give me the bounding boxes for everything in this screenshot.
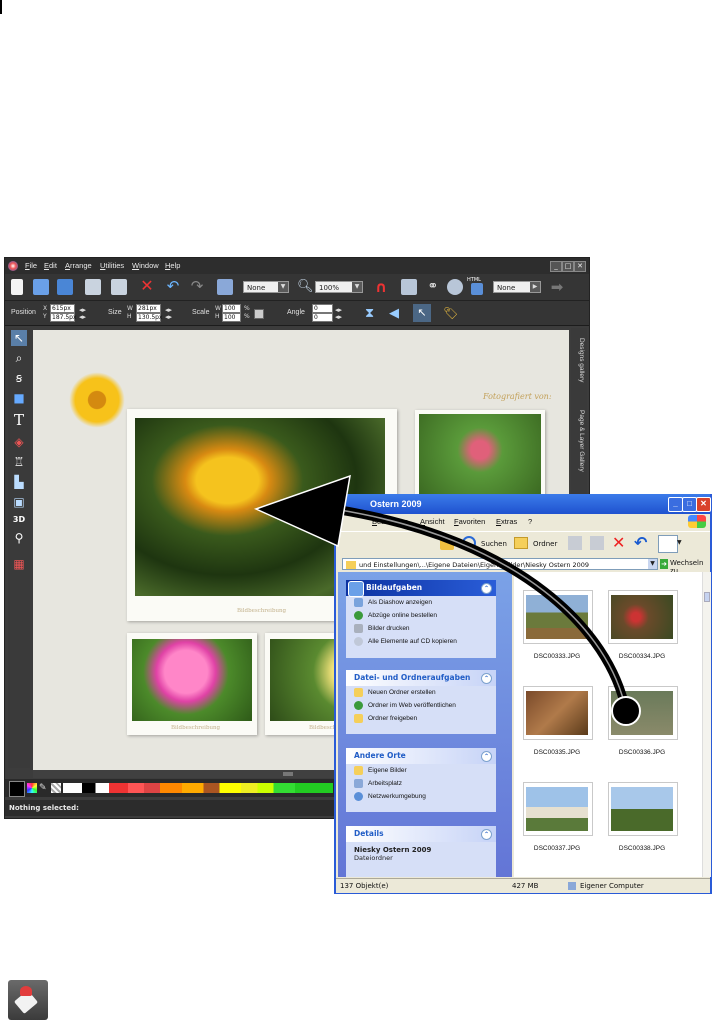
drag-arrow	[253, 474, 641, 726]
paint-drop-shape	[20, 986, 32, 996]
drag-arrow-highlight	[339, 509, 627, 712]
drag-arrow-head	[253, 474, 351, 548]
drag-start-dot	[611, 696, 641, 726]
drag-arrow-path	[339, 505, 631, 712]
fill-tool-icon	[8, 980, 48, 1020]
